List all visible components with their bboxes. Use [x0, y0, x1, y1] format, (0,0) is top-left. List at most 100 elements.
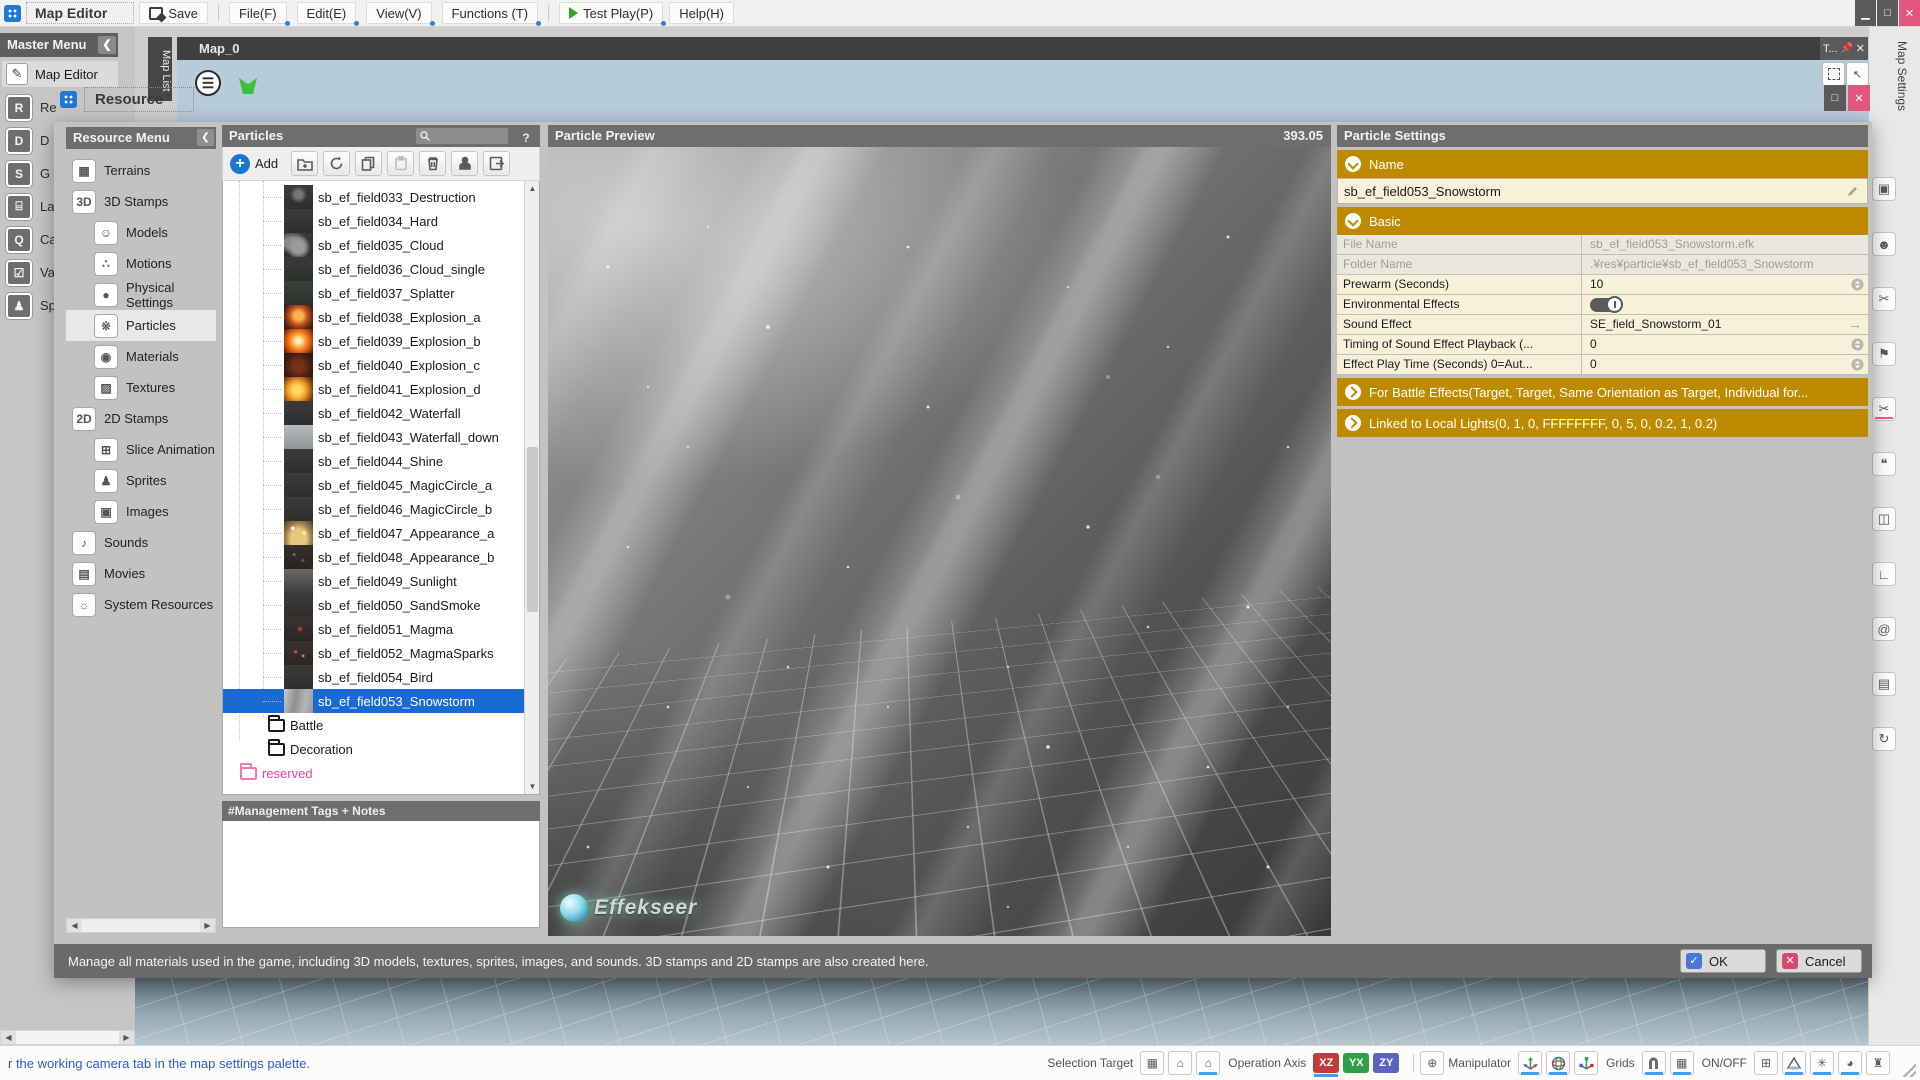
- selection-target-all-button[interactable]: ⌂: [1196, 1051, 1220, 1075]
- resource-menu-item[interactable]: ◉ Materials: [66, 341, 216, 372]
- particle-list-item[interactable]: sb_ef_field042_Waterfall: [223, 401, 524, 425]
- clip-icon[interactable]: ✂: [1872, 287, 1896, 311]
- selection-target-object-button[interactable]: ⌂: [1168, 1051, 1192, 1075]
- hamburger-menu-icon[interactable]: ☰: [195, 70, 221, 96]
- map-viewport[interactable]: [135, 978, 1868, 1045]
- dialog-maximize-button[interactable]: □: [1824, 85, 1846, 111]
- particle-list-item[interactable]: sb_ef_field048_Appearance_b: [223, 545, 524, 569]
- folder-list-item[interactable]: reserved: [223, 761, 524, 785]
- stamp-window-button[interactable]: ⊞: [1754, 1051, 1778, 1075]
- test-play-button[interactable]: Test Play(P): [559, 2, 663, 24]
- particle-list-item[interactable]: sb_ef_field049_Sunlight: [223, 569, 524, 593]
- resource-menu-item[interactable]: ♟ Sprites: [66, 465, 216, 496]
- resource-menu-scrollbar[interactable]: ◀ ▶: [66, 918, 216, 933]
- particle-list-item[interactable]: sb_ef_field038_Explosion_a: [223, 305, 524, 329]
- particle-list-item[interactable]: sb_ef_field047_Appearance_a: [223, 521, 524, 545]
- toggle-switch[interactable]: [1590, 298, 1622, 312]
- help-button[interactable]: ?: [518, 127, 534, 145]
- settings-row-value[interactable]: sb_ef_field053_Snowstorm.efk: [1582, 235, 1868, 254]
- particle-preview-viewport[interactable]: Effekseer: [548, 147, 1331, 936]
- resource-menu-item[interactable]: ● Physical Settings: [66, 279, 216, 310]
- paste-button[interactable]: [387, 151, 414, 176]
- rotate-gizmo-button[interactable]: [1546, 1051, 1570, 1075]
- clipboard-icon[interactable]: ▤: [1872, 672, 1896, 696]
- export-button[interactable]: [483, 151, 510, 176]
- settings-row[interactable]: Prewarm (Seconds) 10: [1337, 275, 1868, 295]
- particle-list-item[interactable]: sb_ef_field053_Snowstorm: [223, 689, 524, 713]
- move-gizmo-button[interactable]: [1518, 1051, 1542, 1075]
- search-input[interactable]: [416, 128, 508, 144]
- particle-list-item[interactable]: sb_ef_field036_Cloud_single: [223, 257, 524, 281]
- grid-toggle-button[interactable]: ▦: [1670, 1051, 1694, 1075]
- settings-row-value[interactable]: SE_field_Snowstorm_01→: [1582, 315, 1868, 334]
- box-icon[interactable]: ◫: [1872, 507, 1896, 531]
- collapsed-section[interactable]: For Battle Effects(Target, Target, Same …: [1337, 378, 1868, 406]
- duplicate-button[interactable]: [355, 151, 382, 176]
- scroll-left-icon[interactable]: ◀: [1, 1031, 16, 1044]
- character-icon[interactable]: ☻: [1872, 232, 1896, 256]
- particle-list-item[interactable]: sb_ef_field050_SandSmoke: [223, 593, 524, 617]
- particle-list-item[interactable]: sb_ef_field041_Explosion_d: [223, 377, 524, 401]
- tab-map-0[interactable]: Map_0: [177, 37, 1820, 60]
- particle-list-item[interactable]: sb_ef_field045_MagicCircle_a: [223, 473, 524, 497]
- collapse-button[interactable]: ❮: [98, 36, 116, 54]
- help-button[interactable]: Help(H): [669, 2, 734, 24]
- settings-row[interactable]: Environmental Effects: [1337, 295, 1868, 315]
- settings-row[interactable]: Effect Play Time (Seconds) 0=Aut... 0: [1337, 355, 1868, 375]
- particle-glow-button[interactable]: ✳: [1810, 1051, 1834, 1075]
- flag-icon[interactable]: ⚑: [1872, 342, 1896, 366]
- folder-list-item[interactable]: Decoration: [223, 737, 524, 761]
- scroll-up-icon[interactable]: ▲: [525, 181, 540, 196]
- marquee-select-tool[interactable]: [1822, 62, 1845, 86]
- settings-row-value[interactable]: [1582, 295, 1868, 314]
- resource-menu-item[interactable]: ▣ Images: [66, 496, 216, 527]
- management-tags-box[interactable]: [222, 821, 540, 928]
- add-folder-button[interactable]: [291, 151, 318, 176]
- collapse-button[interactable]: ❮: [197, 129, 214, 146]
- section-basic[interactable]: Basic: [1337, 207, 1868, 235]
- character-display-button[interactable]: ♜: [1866, 1051, 1890, 1075]
- snap-magnet-button[interactable]: [1642, 1051, 1666, 1075]
- resource-menu-item[interactable]: ∴ Motions: [66, 248, 216, 279]
- axis-button-zy[interactable]: ZY: [1373, 1053, 1399, 1073]
- ok-button[interactable]: ✓ OK: [1680, 949, 1766, 973]
- spinner-icon[interactable]: [1851, 358, 1864, 371]
- list-scrollbar[interactable]: ▲ ▼: [524, 181, 539, 794]
- particle-list-item[interactable]: sb_ef_field033_Destruction: [223, 185, 524, 209]
- resource-menu-item[interactable]: ▨ Textures: [66, 372, 216, 403]
- scale-gizmo-button[interactable]: [1574, 1051, 1598, 1075]
- scroll-right-icon[interactable]: ▶: [119, 1031, 134, 1044]
- resource-menu-item[interactable]: ※ Particles: [66, 310, 216, 341]
- dialog-close-button[interactable]: ✕: [1848, 85, 1870, 111]
- settings-row-value[interactable]: 10: [1582, 275, 1868, 294]
- settings-row[interactable]: Timing of Sound Effect Playback (... 0: [1337, 335, 1868, 355]
- collapsed-section[interactable]: Linked to Local Lights(0, 1, 0, FFFFFFFF…: [1337, 409, 1868, 437]
- tab-map-settings[interactable]: Map Settings: [1895, 41, 1909, 111]
- resource-menu-item[interactable]: ▤ Movies: [66, 558, 216, 589]
- scroll-down-icon[interactable]: ▼: [525, 779, 540, 794]
- save-button[interactable]: Save: [139, 2, 208, 24]
- section-name[interactable]: Name: [1337, 150, 1868, 178]
- open-arrow-icon[interactable]: →: [1848, 315, 1862, 334]
- spiral-icon[interactable]: @: [1872, 617, 1896, 641]
- menu-item[interactable]: Edit(E): [297, 2, 357, 24]
- resource-menu-item[interactable]: ⊞ Slice Animation: [66, 434, 216, 465]
- lasso-select-tool[interactable]: ↖: [1846, 62, 1869, 86]
- particle-list-item[interactable]: sb_ef_field040_Explosion_c: [223, 353, 524, 377]
- resource-menu-item[interactable]: ♪ Sounds: [66, 527, 216, 558]
- particle-list-item[interactable]: sb_ef_field054_Bird: [223, 665, 524, 689]
- axis-button-xz[interactable]: XZ: [1313, 1053, 1339, 1073]
- camera-icon[interactable]: ▣: [1872, 177, 1896, 201]
- settings-row-value[interactable]: .¥res¥particle¥sb_ef_field053_Snowstorm: [1582, 255, 1868, 274]
- particle-list-item[interactable]: sb_ef_field051_Magma: [223, 617, 524, 641]
- minimize-button[interactable]: ▁: [1855, 0, 1876, 26]
- corner-icon[interactable]: ∟: [1872, 562, 1896, 586]
- manipulator-mode-button[interactable]: ⊕: [1420, 1051, 1444, 1075]
- delete-button[interactable]: [419, 151, 446, 176]
- settings-row[interactable]: Folder Name .¥res¥particle¥sb_ef_field05…: [1337, 255, 1868, 275]
- spinner-icon[interactable]: [1851, 338, 1864, 351]
- sidebar-item-map-editor[interactable]: ✎ Map Editor: [2, 61, 118, 87]
- horizontal-scrollbar[interactable]: ◀ ▶: [0, 1030, 135, 1045]
- menu-item[interactable]: Functions (T): [442, 2, 539, 24]
- maximize-button[interactable]: □: [1877, 0, 1898, 26]
